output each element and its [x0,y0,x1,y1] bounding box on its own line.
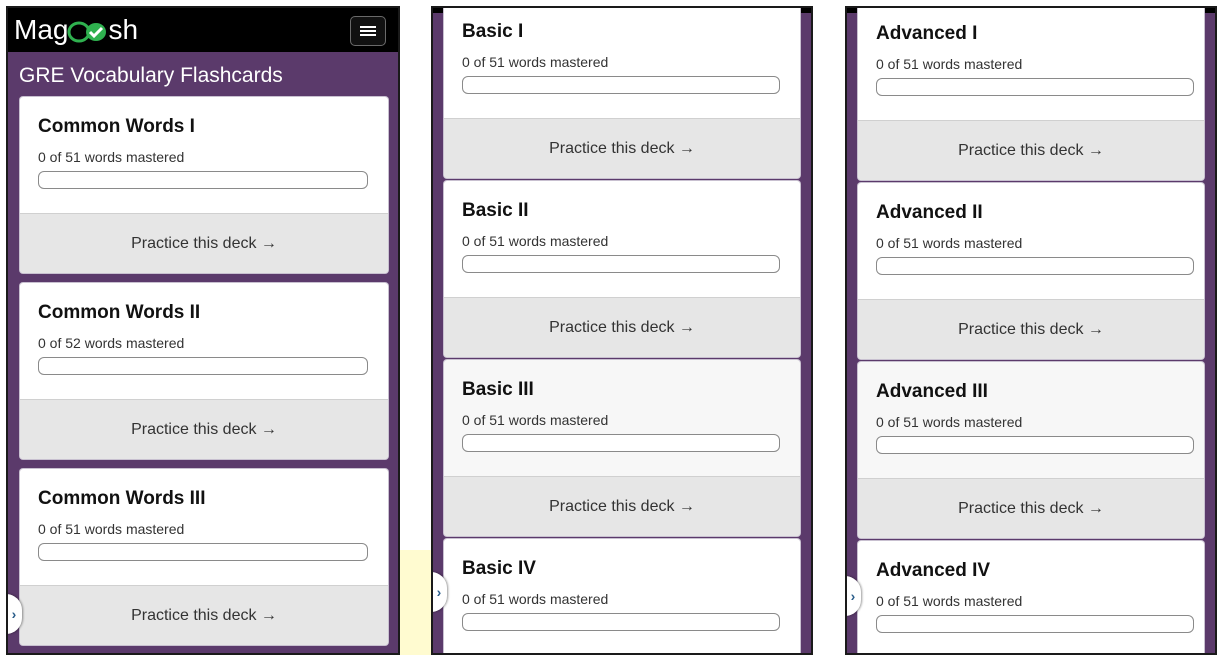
practice-deck-button[interactable]: Practice this deck → [444,297,800,357]
practice-deck-button[interactable]: Practice this deck → [20,213,388,273]
deck-title: Basic III [462,379,534,400]
deck-card: Advanced IV 0 of 51 words mastered [858,541,1204,653]
logo-text-start: Mag [14,14,69,45]
screen-basic: Basic I 0 of 51 words mastered Practice … [431,6,813,655]
deck-card: Basic I 0 of 51 words mastered Practice … [444,8,800,178]
deck-card: Advanced I 0 of 51 words mastered Practi… [858,8,1204,180]
logo-checkmark-icon [67,21,109,43]
deck-title: Common Words I [38,116,195,137]
deck-progress-bar [462,255,780,273]
deck-title: Basic I [462,21,524,42]
deck-title: Advanced III [876,381,988,402]
deck-mastery-count: 0 of 51 words mastered [38,521,185,537]
practice-deck-button[interactable]: Practice this deck → [444,118,800,178]
deck-progress-bar [876,257,1194,275]
background-strip [400,550,431,655]
practice-deck-button[interactable]: Practice this deck → [20,585,388,645]
screen-common-words: Mag sh GRE Vocabulary Flashcards Common W… [6,6,400,655]
page-title: GRE Vocabulary Flashcards [19,64,283,87]
deck-mastery-count: 0 of 51 words mastered [876,235,1023,251]
deck-progress-bar [876,436,1194,454]
deck-title: Basic II [462,200,529,221]
deck-card: Basic IV 0 of 51 words mastered [444,539,800,653]
deck-mastery-count: 0 of 52 words mastered [38,335,185,351]
hamburger-menu-icon[interactable] [350,16,386,46]
deck-card: Common Words I 0 of 51 words mastered Pr… [20,97,388,273]
deck-progress-bar [38,543,368,561]
logo-text-end: sh [108,14,139,45]
deck-card: Advanced III 0 of 51 words mastered Prac… [858,362,1204,538]
practice-deck-button[interactable]: Practice this deck → [858,120,1204,180]
deck-mastery-count: 0 of 51 words mastered [876,414,1023,430]
deck-title: Common Words II [38,302,201,323]
deck-mastery-count: 0 of 51 words mastered [462,233,609,249]
deck-title: Advanced IV [876,560,991,581]
deck-title: Advanced I [876,23,978,44]
practice-deck-button[interactable]: Practice this deck → [858,299,1204,359]
deck-mastery-count: 0 of 51 words mastered [462,412,609,428]
deck-progress-bar [38,171,368,189]
deck-progress-bar [462,613,780,631]
deck-mastery-count: 0 of 51 words mastered [876,593,1023,609]
screen-advanced: Advanced I 0 of 51 words mastered Practi… [845,6,1217,655]
deck-progress-bar [462,76,780,94]
practice-deck-button[interactable]: Practice this deck → [20,399,388,459]
deck-progress-bar [462,434,780,452]
deck-mastery-count: 0 of 51 words mastered [462,591,609,607]
deck-card: Common Words II 0 of 52 words mastered P… [20,283,388,459]
deck-title: Basic IV [462,558,536,579]
practice-deck-button[interactable]: Practice this deck → [858,478,1204,538]
practice-deck-button[interactable]: Practice this deck → [444,476,800,536]
deck-progress-bar [876,615,1194,633]
magoosh-logo[interactable]: Mag sh [14,12,138,48]
deck-progress-bar [38,357,368,375]
deck-progress-bar [876,78,1194,96]
top-bar: Mag sh [8,8,398,52]
deck-mastery-count: 0 of 51 words mastered [876,56,1023,72]
deck-title: Common Words III [38,488,206,509]
deck-mastery-count: 0 of 51 words mastered [38,149,185,165]
deck-mastery-count: 0 of 51 words mastered [462,54,609,70]
deck-card: Common Words III 0 of 51 words mastered … [20,469,388,645]
deck-title: Advanced II [876,202,983,223]
deck-card: Basic III 0 of 51 words mastered Practic… [444,360,800,536]
deck-card: Advanced II 0 of 51 words mastered Pract… [858,183,1204,359]
deck-card: Basic II 0 of 51 words mastered Practice… [444,181,800,357]
